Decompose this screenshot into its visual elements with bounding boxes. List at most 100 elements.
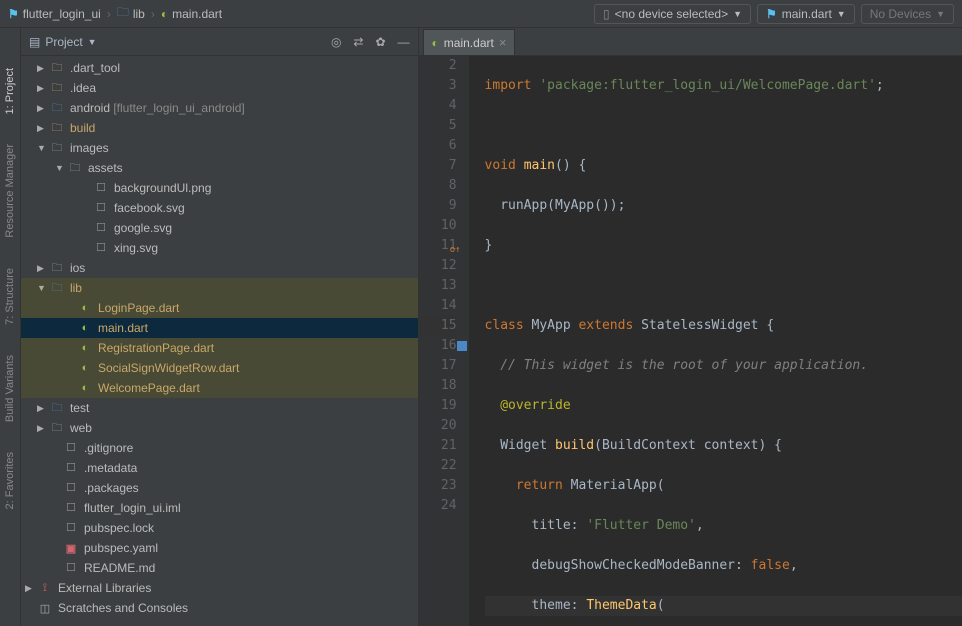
label: main.dart <box>98 321 148 335</box>
tree-item-file[interactable]: ▶🞎.packages <box>21 478 418 498</box>
editor-panel: ◐ main.dart × 2 3 4 5 6 7 8 9 10 11o↑ 12… <box>419 28 962 626</box>
tree-item-test[interactable]: ▶🗀test <box>21 398 418 418</box>
tree-item-file[interactable]: ▶🞎facebook.svg <box>21 198 418 218</box>
tree-item-file[interactable]: ▶▣pubspec.yaml <box>21 538 418 558</box>
tree-item-ios[interactable]: ▶🗀ios <box>21 258 418 278</box>
sidebar-tab-favorites[interactable]: 2: Favorites <box>4 452 16 509</box>
tree-item-registration-page[interactable]: ▶◐RegistrationPage.dart <box>21 338 418 358</box>
label: LoginPage.dart <box>98 301 179 315</box>
aim-icon[interactable]: ◎ <box>331 35 341 49</box>
label: README.md <box>84 561 155 575</box>
label: build <box>70 121 95 135</box>
folder-icon: 🗀 <box>49 80 65 96</box>
label: .gitignore <box>84 441 133 455</box>
tree-item-scratches[interactable]: ▶◫Scratches and Consoles <box>21 598 418 618</box>
breadcrumb-file[interactable]: ◐ main.dart <box>161 7 222 21</box>
label: lib <box>70 281 82 295</box>
close-icon[interactable]: × <box>499 35 507 50</box>
file-icon: 🞎 <box>63 480 79 496</box>
label: backgroundUl.png <box>114 181 211 195</box>
tree-item-login-page[interactable]: ▶◐LoginPage.dart <box>21 298 418 318</box>
sidebar-tab-build-variants[interactable]: Build Variants <box>4 355 16 422</box>
dart-icon: ◐ <box>161 7 168 21</box>
tree-item-file[interactable]: ▶🞎pubspec.lock <box>21 518 418 538</box>
label: .metadata <box>84 461 137 475</box>
libs-icon: ⟟ <box>37 580 53 596</box>
dart-icon: ◐ <box>77 340 93 356</box>
top-toolbar: ⚑ flutter_login_ui › 🗀 lib › ◐ main.dart… <box>0 0 962 28</box>
folder-icon: 🗀 <box>49 260 65 276</box>
tree-item-file[interactable]: ▶🞎xing.svg <box>21 238 418 258</box>
hide-icon[interactable]: — <box>398 35 410 49</box>
tree-item-social-sign[interactable]: ▶◐SocialSignWidgetRow.dart <box>21 358 418 378</box>
breadcrumb-file-label: main.dart <box>172 7 222 21</box>
breadcrumb-project[interactable]: ⚑ flutter_login_ui <box>8 7 101 21</box>
dart-icon: ◐ <box>77 380 93 396</box>
device-selector[interactable]: ▯ <no device selected> ▼ <box>594 4 751 24</box>
tree-item-welcome-page[interactable]: ▶◐WelcomePage.dart <box>21 378 418 398</box>
code-area[interactable]: import 'package:flutter_login_ui/Welcome… <box>469 56 962 626</box>
file-icon: 🞎 <box>93 240 109 256</box>
folder-icon: 🗀 <box>49 420 65 436</box>
label: ios <box>70 261 85 275</box>
label: .idea <box>70 81 96 95</box>
folder-icon: 🗀 <box>49 140 65 156</box>
tree-item-android[interactable]: ▶🗀android [flutter_login_ui_android] <box>21 98 418 118</box>
editor-tab-main[interactable]: ◐ main.dart × <box>423 29 516 55</box>
folder-icon: 🗀 <box>49 60 65 76</box>
editor-gutter[interactable]: 2 3 4 5 6 7 8 9 10 11o↑ 12 13 14 15 16 1… <box>419 56 469 626</box>
tree-item-file[interactable]: ▶🞎backgroundUl.png <box>21 178 418 198</box>
tree-item-idea[interactable]: ▶🗀.idea <box>21 78 418 98</box>
file-icon: 🞎 <box>63 500 79 516</box>
dart-icon: ◐ <box>432 36 439 50</box>
sidebar-tab-resource-manager[interactable]: Resource Manager <box>4 144 16 238</box>
expand-settings-icon[interactable]: ⇄ <box>353 35 363 49</box>
tree-item-build[interactable]: ▶🗀build <box>21 118 418 138</box>
label: pubspec.lock <box>84 521 154 535</box>
tree-item-main-dart[interactable]: ▶◐main.dart <box>21 318 418 338</box>
label: flutter_login_ui.iml <box>84 501 181 515</box>
label: .packages <box>84 481 139 495</box>
file-icon: 🞎 <box>93 220 109 236</box>
tree-item-file[interactable]: ▶🞎.metadata <box>21 458 418 478</box>
tree-item-images[interactable]: ▼🗀images <box>21 138 418 158</box>
editor-body[interactable]: 2 3 4 5 6 7 8 9 10 11o↑ 12 13 14 15 16 1… <box>419 56 962 626</box>
breadcrumb-project-label: flutter_login_ui <box>23 7 101 21</box>
project-view-selector[interactable]: ▤ Project ▼ <box>29 35 331 49</box>
tree-item-web[interactable]: ▶🗀web <box>21 418 418 438</box>
label: images <box>70 141 109 155</box>
gear-icon[interactable]: ✿ <box>375 35 385 49</box>
folder-icon: 🗀 <box>49 100 65 116</box>
tree-item-file[interactable]: ▶🞎google.svg <box>21 218 418 238</box>
tree-item-file[interactable]: ▶🞎README.md <box>21 558 418 578</box>
dart-icon: ◐ <box>77 320 93 336</box>
label: web <box>70 421 92 435</box>
breakpoint-icon[interactable] <box>457 341 467 351</box>
no-devices-button[interactable]: No Devices ▼ <box>861 4 954 24</box>
tree-item-assets[interactable]: ▼🗀assets <box>21 158 418 178</box>
tree-item-file[interactable]: ▶🞎.gitignore <box>21 438 418 458</box>
label: android [flutter_login_ui_android] <box>70 101 245 115</box>
project-header: ▤ Project ▼ ◎ ⇄ ✿ — <box>21 28 418 56</box>
chevron-icon: › <box>107 7 111 21</box>
file-icon: 🞎 <box>93 180 109 196</box>
label: facebook.svg <box>114 201 185 215</box>
run-config-selector[interactable]: ⚑ main.dart ▼ <box>757 4 855 24</box>
dart-icon: ◐ <box>77 300 93 316</box>
folder-icon: 🗀 <box>49 120 65 136</box>
label: xing.svg <box>114 241 158 255</box>
sidebar-tab-project[interactable]: 1: Project <box>4 68 16 114</box>
breadcrumb-folder[interactable]: 🗀 lib <box>117 3 145 24</box>
tree-item-lib[interactable]: ▼🗀lib <box>21 278 418 298</box>
nodev-label: No Devices <box>870 7 931 21</box>
tree-item-file[interactable]: ▶🞎flutter_login_ui.iml <box>21 498 418 518</box>
project-icon: ▤ <box>29 35 40 49</box>
device-label: <no device selected> <box>615 7 728 21</box>
tree-item-external-libs[interactable]: ▶⟟External Libraries <box>21 578 418 598</box>
left-sidebar: 1: Project Resource Manager 7: Structure… <box>0 28 21 626</box>
folder-icon: 🗀 <box>49 280 65 296</box>
sidebar-tab-structure[interactable]: 7: Structure <box>4 268 16 325</box>
file-icon: 🞎 <box>93 200 109 216</box>
project-tree[interactable]: ▶🗀.dart_tool ▶🗀.idea ▶🗀android [flutter_… <box>21 56 418 626</box>
tree-item-dart-tool[interactable]: ▶🗀.dart_tool <box>21 58 418 78</box>
